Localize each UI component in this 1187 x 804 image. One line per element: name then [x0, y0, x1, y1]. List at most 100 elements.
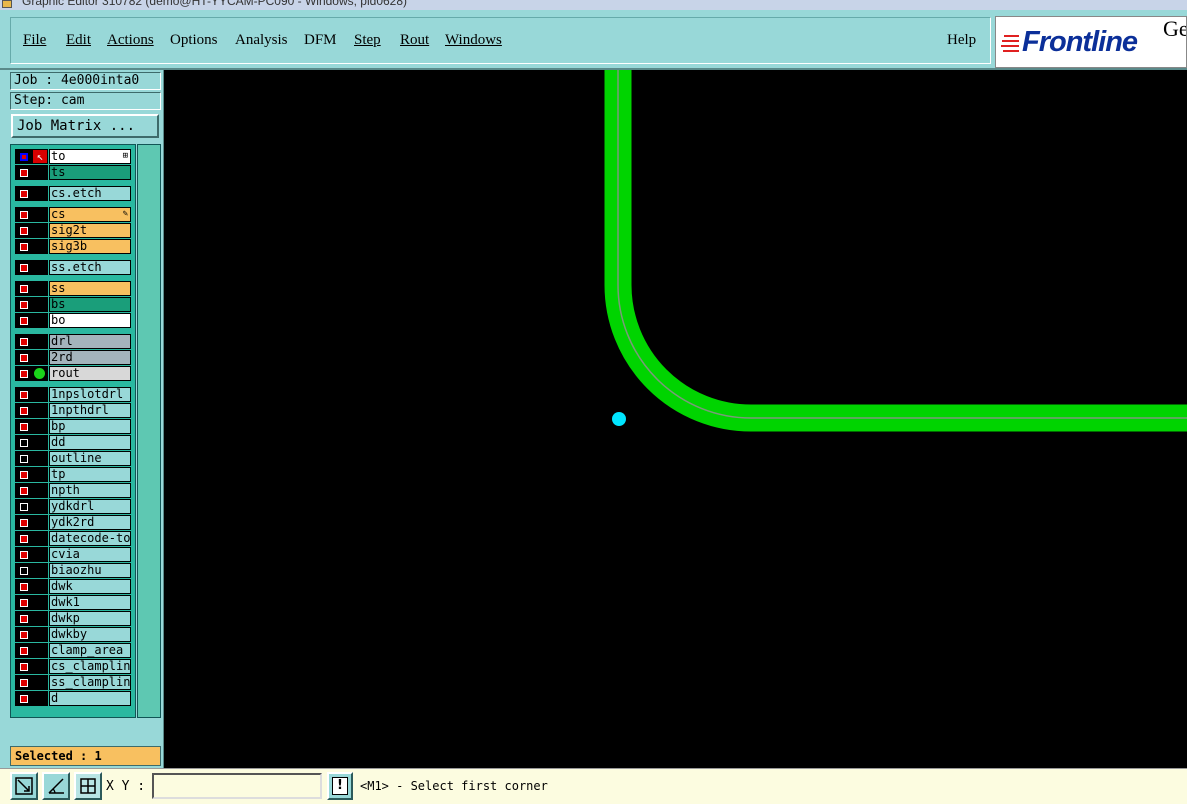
layer-name[interactable]: cs ✎: [49, 207, 131, 222]
xy-coordinate-input[interactable]: [152, 773, 322, 799]
layer-name[interactable]: bs: [49, 297, 131, 312]
layer-row-cs.etch[interactable]: cs.etch: [15, 186, 133, 201]
layer-row-1npthdrl[interactable]: 1npthdrl: [15, 403, 133, 418]
layer-row-to[interactable]: ↖ to ⊞: [15, 149, 133, 164]
layer-row-sig2t[interactable]: sig2t: [15, 223, 133, 238]
layer-affected-toggle[interactable]: [15, 611, 32, 626]
layer-name[interactable]: dd: [49, 435, 131, 450]
layer-row-biaozhu[interactable]: biaozhu: [15, 563, 133, 578]
layer-name[interactable]: cs_clampline: [49, 659, 131, 674]
layer-name[interactable]: cvia: [49, 547, 131, 562]
layer-name[interactable]: cs.etch: [49, 186, 131, 201]
layer-affected-toggle[interactable]: [15, 675, 32, 690]
layer-name[interactable]: dwk1: [49, 595, 131, 610]
layer-row-sig3b[interactable]: sig3b: [15, 239, 133, 254]
layer-affected-toggle[interactable]: [15, 165, 32, 180]
layer-affected-toggle[interactable]: [15, 531, 32, 546]
layer-affected-toggle[interactable]: [15, 403, 32, 418]
layer-display-toggle[interactable]: [32, 419, 48, 434]
layer-display-toggle[interactable]: [32, 260, 48, 275]
layer-display-toggle[interactable]: [32, 579, 48, 594]
zoom-box-button[interactable]: [10, 772, 38, 800]
layer-affected-toggle[interactable]: [15, 281, 32, 296]
layer-name[interactable]: sig3b: [49, 239, 131, 254]
layer-affected-toggle[interactable]: [15, 366, 32, 381]
layer-display-toggle[interactable]: [32, 547, 48, 562]
layer-display-toggle[interactable]: [32, 675, 48, 690]
layer-affected-toggle[interactable]: [15, 297, 32, 312]
layer-name[interactable]: biaozhu: [49, 563, 131, 578]
layer-name[interactable]: d: [49, 691, 131, 706]
measure-button[interactable]: [42, 772, 70, 800]
layer-display-toggle[interactable]: [32, 563, 48, 578]
layer-display-toggle[interactable]: [32, 483, 48, 498]
layer-list-scrollbar[interactable]: [137, 144, 161, 718]
layer-affected-toggle[interactable]: [15, 563, 32, 578]
layer-display-toggle[interactable]: [32, 531, 48, 546]
menu-rout[interactable]: Rout: [400, 32, 429, 49]
layer-name[interactable]: to ⊞: [49, 149, 131, 164]
menu-step[interactable]: Step: [354, 32, 381, 49]
layer-affected-toggle[interactable]: [15, 659, 32, 674]
menu-edit[interactable]: Edit: [66, 32, 91, 49]
layer-row-cs_clampline[interactable]: cs_clampline: [15, 659, 133, 674]
layer-display-toggle[interactable]: [32, 297, 48, 312]
layer-name[interactable]: dwk: [49, 579, 131, 594]
layer-name[interactable]: ss: [49, 281, 131, 296]
layer-name[interactable]: dwkby: [49, 627, 131, 642]
layer-row-drl[interactable]: drl: [15, 334, 133, 349]
layer-row-ss.etch[interactable]: ss.etch: [15, 260, 133, 275]
layer-name[interactable]: datecode-to: [49, 531, 131, 546]
layer-display-toggle[interactable]: [32, 207, 48, 222]
menu-options[interactable]: Options: [170, 32, 218, 49]
layer-display-toggle[interactable]: [32, 499, 48, 514]
layer-row-2rd[interactable]: 2rd: [15, 350, 133, 365]
layer-display-toggle[interactable]: [32, 165, 48, 180]
layer-affected-toggle[interactable]: [15, 579, 32, 594]
layer-name[interactable]: 1npthdrl: [49, 403, 131, 418]
layer-display-toggle[interactable]: [32, 223, 48, 238]
layer-row-npth[interactable]: npth: [15, 483, 133, 498]
layer-affected-toggle[interactable]: [15, 149, 32, 164]
layer-row-ydkdrl[interactable]: ydkdrl: [15, 499, 133, 514]
layer-name[interactable]: dwkp: [49, 611, 131, 626]
layer-display-toggle[interactable]: [32, 387, 48, 402]
layer-name[interactable]: npth: [49, 483, 131, 498]
layer-row-1npslotdrl[interactable]: 1npslotdrl: [15, 387, 133, 402]
layer-name[interactable]: bp: [49, 419, 131, 434]
layer-name[interactable]: clamp_area: [49, 643, 131, 658]
layer-affected-toggle[interactable]: [15, 547, 32, 562]
layer-row-ss_clampline[interactable]: ss_clampline: [15, 675, 133, 690]
layer-name[interactable]: 2rd: [49, 350, 131, 365]
rout-track[interactable]: [604, 70, 1187, 432]
layer-name[interactable]: bo: [49, 313, 131, 328]
layer-display-toggle[interactable]: [32, 467, 48, 482]
layer-row-dwk[interactable]: dwk: [15, 579, 133, 594]
menu-actions[interactable]: Actions: [107, 32, 154, 49]
layer-row-datecode-to[interactable]: datecode-to: [15, 531, 133, 546]
menu-dfm[interactable]: DFM: [304, 32, 337, 49]
layer-row-bs[interactable]: bs: [15, 297, 133, 312]
layer-row-cvia[interactable]: cvia: [15, 547, 133, 562]
layer-display-toggle[interactable]: [32, 186, 48, 201]
layer-row-d[interactable]: d: [15, 691, 133, 706]
layer-row-tp[interactable]: tp: [15, 467, 133, 482]
layer-affected-toggle[interactable]: [15, 223, 32, 238]
layer-display-toggle[interactable]: [32, 313, 48, 328]
menu-windows[interactable]: Windows: [445, 32, 502, 49]
layer-affected-toggle[interactable]: [15, 207, 32, 222]
menu-analysis[interactable]: Analysis: [235, 32, 288, 49]
layer-name[interactable]: ydk2rd: [49, 515, 131, 530]
layer-affected-toggle[interactable]: [15, 186, 32, 201]
graphic-canvas[interactable]: [165, 70, 1187, 768]
layer-display-toggle[interactable]: [32, 403, 48, 418]
alert-button[interactable]: !: [327, 772, 353, 800]
layer-name[interactable]: ydkdrl: [49, 499, 131, 514]
layer-row-bp[interactable]: bp: [15, 419, 133, 434]
layer-row-ss[interactable]: ss: [15, 281, 133, 296]
layer-name[interactable]: drl: [49, 334, 131, 349]
layer-display-toggle[interactable]: [32, 334, 48, 349]
layer-name[interactable]: rout: [49, 366, 131, 381]
layer-affected-toggle[interactable]: [15, 313, 32, 328]
layer-display-toggle[interactable]: [32, 366, 48, 381]
